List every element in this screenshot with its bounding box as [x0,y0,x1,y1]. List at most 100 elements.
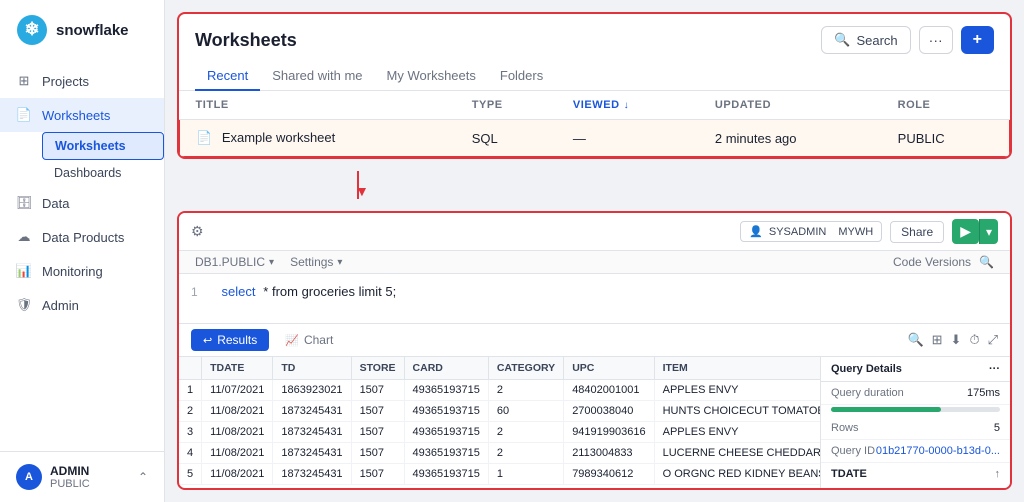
sub-item-dashboards-label: Dashboards [54,166,121,180]
cell-tdate: 11/08/2021 [202,464,273,485]
cell-category: 1 [488,464,563,485]
sidebar-item-admin[interactable]: 🛡 Admin [0,288,164,322]
table-row[interactable]: 2 11/08/2021 1873245431 1507 49365193715… [179,401,820,422]
cell-upc: 2113004833 [564,443,654,464]
run-button[interactable]: ▶ [952,219,979,244]
cell-title: 📄 Example worksheet [180,120,456,157]
cell-td: 1873245431 [273,401,351,422]
query-details-more-icon[interactable]: ··· [989,363,1000,375]
cell-type: SQL [456,120,557,157]
sidebar-item-worksheets[interactable]: 📄 Worksheets [0,98,164,132]
duration-progress-fill [831,407,941,412]
role-badge: 👤 SYSADMIN MYWH [740,221,882,242]
role-label: SYSADMIN [769,226,826,238]
tab-folders[interactable]: Folders [488,62,555,91]
search-results-icon[interactable]: 🔍 [907,332,923,348]
cell-td: 1873245431 [273,422,351,443]
warehouse-label: MYWH [838,226,873,238]
db-selector[interactable]: DB1.PUBLIC ▾ [195,255,274,269]
worksheets-actions: 🔍 Search ··· + [821,26,994,54]
sidebar-item-label: Data Products [42,230,124,245]
sidebar-item-data[interactable]: 🗄 Data [0,186,164,220]
table-row[interactable]: 1 11/07/2021 1863923021 1507 49365193715… [179,380,820,401]
grid-icon[interactable]: ⊞ [932,332,943,348]
run-dropdown-button[interactable]: ▾ [979,219,998,244]
cell-td: 1873245431 [273,443,351,464]
cell-viewed: — [557,120,699,157]
chart-icon: 📈 [285,334,299,347]
toolbar-right: 👤 SYSADMIN MYWH Share ▶ ▾ [740,219,998,244]
cell-upc: 941919903616 [564,422,654,443]
code-versions-search-icon[interactable]: 🔍 [979,255,994,269]
col-category[interactable]: CATEGORY [488,357,563,380]
tab-recent[interactable]: Recent [195,62,260,91]
sidebar-collapse-button[interactable]: ⌃ [138,470,148,484]
code-editor[interactable]: 1 select * from groceries limit 5; [179,274,1010,324]
col-viewed[interactable]: VIEWED ↓ [557,91,699,120]
table-row[interactable]: 📄 Example worksheet SQL — 2 minutes ago … [180,120,1010,157]
results-tab-results[interactable]: ↩ Results [191,329,269,351]
kw-select: select [222,284,256,299]
shield-icon: 🛡 [16,297,32,313]
sidebar-sub-item-worksheets[interactable]: Worksheets [42,132,164,160]
col-title: TITLE [180,91,456,120]
table-row[interactable]: 4 11/08/2021 1873245431 1507 49365193715… [179,443,820,464]
toolbar-left: ⚙ [191,223,204,240]
cell-tdate: 11/08/2021 [202,401,273,422]
results-toolbar: ↩ Results 📈 Chart 🔍 ⊞ ⬇ ⏱ ⤢ [179,324,1010,357]
settings-chevron-icon: ▾ [337,257,342,268]
cell-category: 2 [488,422,563,443]
col-store[interactable]: STORE [351,357,404,380]
svg-text:❄: ❄ [24,19,39,39]
grid-icon: ⊞ [16,73,32,89]
sql-body: * from groceries limit 5; [263,284,396,299]
sidebar-item-projects[interactable]: ⊞ Projects [0,64,164,98]
database-icon: 🗄 [16,195,32,211]
tab-shared[interactable]: Shared with me [260,62,374,91]
cell-td: 1873245431 [273,464,351,485]
cell-upc: 2700038040 [564,401,654,422]
col-upc[interactable]: UPC [564,357,654,380]
clock-icon[interactable]: ⏱ [969,332,979,348]
sidebar-sub-item-dashboards[interactable]: Dashboards [42,160,164,186]
settings-label: Settings [290,255,333,269]
qd-col-row: TDATE ↑ [821,463,1010,485]
row-num: 3 [179,422,202,443]
worksheets-table: TITLE TYPE VIEWED ↓ UPDATED ROLE 📄 [179,91,1010,157]
download-icon[interactable]: ⬇ [951,332,962,348]
add-worksheet-button[interactable]: + [961,26,994,54]
results-actions: 🔍 ⊞ ⬇ ⏱ ⤢ [907,332,998,348]
cell-category: 2 [488,380,563,401]
col-td[interactable]: TD [273,357,351,380]
share-button[interactable]: Share [890,221,944,243]
more-button[interactable]: ··· [919,26,953,54]
cell-category: 2 [488,443,563,464]
table-row[interactable]: 5 11/08/2021 1873245431 1507 49365193715… [179,464,820,485]
cell-store: 1507 [351,380,404,401]
col-item[interactable]: ITEM [654,357,820,380]
qd-duration-value: 175ms [967,387,1000,399]
sidebar-item-monitoring[interactable]: 📊 Monitoring [0,254,164,288]
cell-card: 49365193715 [404,464,488,485]
cell-item: APPLES ENVY [654,380,820,401]
col-card[interactable]: CARD [404,357,488,380]
qd-query-id-value[interactable]: 01b21770-0000-b13d-0... [876,445,1000,457]
sidebar-item-data-products[interactable]: ☁ Data Products [0,220,164,254]
col-tdate[interactable]: TDATE [202,357,273,380]
viewed-label: VIEWED [573,99,620,111]
code-versions-label[interactable]: Code Versions [893,255,971,269]
adjust-icon[interactable]: ⚙ [191,223,204,240]
col-updated: UPDATED [699,91,882,120]
table-row[interactable]: 3 11/08/2021 1873245431 1507 49365193715… [179,422,820,443]
cell-card: 49365193715 [404,443,488,464]
settings-selector[interactable]: Settings ▾ [290,255,342,269]
worksheets-header: Worksheets 🔍 Search ··· + [179,14,1010,54]
cell-tdate: 11/07/2021 [202,380,273,401]
qd-col-sort-icon: ↑ [995,468,1001,480]
qd-duration-row: Query duration 175ms [821,382,1010,405]
results-tab-chart[interactable]: 📈 Chart [273,329,345,351]
search-button[interactable]: 🔍 Search [821,26,910,54]
expand-icon[interactable]: ⤢ [988,332,998,348]
cell-updated: 2 minutes ago [699,120,882,157]
tab-my-worksheets[interactable]: My Worksheets [375,62,488,91]
